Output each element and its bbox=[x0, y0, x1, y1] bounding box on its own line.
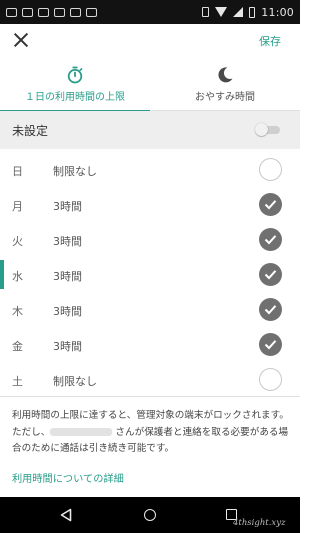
day-row-sunday[interactable]: 日 制限なし bbox=[0, 152, 300, 187]
app-notification-icon bbox=[6, 7, 17, 17]
vibrate-icon bbox=[202, 7, 210, 17]
day-row-wednesday[interactable]: 水 3時間 bbox=[0, 257, 300, 292]
day-limit: 3時間 bbox=[53, 305, 82, 318]
app-notification-icon bbox=[86, 7, 97, 17]
toggle-thumb bbox=[255, 123, 268, 136]
day-name: 土 bbox=[12, 375, 23, 388]
notification-icons bbox=[6, 7, 97, 17]
checked-circle-icon[interactable] bbox=[259, 333, 282, 356]
day-limit: 3時間 bbox=[53, 340, 82, 353]
day-name: 月 bbox=[12, 200, 23, 213]
tab-bedtime[interactable]: おやすみ時間 bbox=[150, 58, 300, 111]
unset-toggle[interactable] bbox=[255, 123, 281, 136]
day-row-friday[interactable]: 金 3時間 bbox=[0, 327, 300, 362]
tab-label: おやすみ時間 bbox=[195, 92, 255, 103]
day-row-saturday[interactable]: 土 制限なし bbox=[0, 362, 300, 397]
redacted-name bbox=[50, 427, 113, 436]
system-icons: 11:00 bbox=[202, 6, 294, 19]
day-limit: 3時間 bbox=[53, 200, 82, 213]
day-name: 水 bbox=[12, 270, 23, 283]
app-notification-icon bbox=[70, 7, 81, 17]
day-name: 日 bbox=[12, 165, 23, 178]
checked-circle-icon[interactable] bbox=[259, 228, 282, 251]
checked-circle-icon[interactable] bbox=[259, 193, 282, 216]
day-limit: 制限なし bbox=[53, 375, 97, 388]
photo-notification-icon bbox=[54, 7, 65, 17]
unchecked-circle-icon[interactable] bbox=[259, 158, 282, 181]
unchecked-circle-icon[interactable] bbox=[259, 368, 282, 391]
day-limit: 3時間 bbox=[53, 270, 82, 283]
unset-row[interactable]: 未設定 bbox=[0, 111, 300, 149]
divider bbox=[0, 396, 300, 397]
tab-daily-limit[interactable]: １日の利用時間の上限 bbox=[0, 58, 150, 112]
day-limit: 3時間 bbox=[53, 235, 82, 248]
checked-circle-icon[interactable] bbox=[259, 298, 282, 321]
usage-details-link[interactable]: 利用時間についての詳細 bbox=[12, 470, 124, 485]
clock: 11:00 bbox=[261, 5, 294, 19]
info-text: 利用時間の上限に達すると、管理対象の端末がロックされます。ただし、 さんが保護者… bbox=[12, 408, 290, 458]
close-icon[interactable] bbox=[11, 30, 31, 50]
battery-icon bbox=[249, 6, 256, 18]
moon-icon bbox=[218, 67, 233, 83]
save-button[interactable]: 保存 bbox=[259, 33, 281, 49]
unset-label: 未設定 bbox=[12, 124, 49, 138]
signal-icon bbox=[233, 7, 244, 17]
stopwatch-icon bbox=[67, 66, 83, 84]
checked-circle-icon[interactable] bbox=[259, 263, 282, 286]
day-limit: 制限なし bbox=[53, 165, 97, 178]
day-name: 金 bbox=[12, 340, 23, 353]
back-icon[interactable] bbox=[59, 508, 73, 522]
app-notification-icon bbox=[38, 7, 49, 17]
tab-label: １日の利用時間の上限 bbox=[25, 92, 125, 103]
status-bar: 11:00 bbox=[0, 0, 300, 24]
day-row-monday[interactable]: 月 3時間 bbox=[0, 187, 300, 222]
home-icon[interactable] bbox=[144, 509, 156, 521]
day-list: 日 制限なし 月 3時間 火 3時間 水 3時間 木 3時間 金 3時間 土 制… bbox=[0, 152, 300, 397]
day-name: 火 bbox=[12, 235, 23, 248]
wifi-icon bbox=[215, 7, 228, 17]
day-row-tuesday[interactable]: 火 3時間 bbox=[0, 222, 300, 257]
app-bar: 保存 bbox=[0, 24, 300, 58]
app-notification-icon bbox=[22, 7, 33, 17]
day-row-thursday[interactable]: 木 3時間 bbox=[0, 292, 300, 327]
day-name: 木 bbox=[12, 305, 23, 318]
tab-bar: １日の利用時間の上限 おやすみ時間 bbox=[0, 58, 300, 112]
watermark: 4thsight.xyz bbox=[233, 518, 286, 528]
